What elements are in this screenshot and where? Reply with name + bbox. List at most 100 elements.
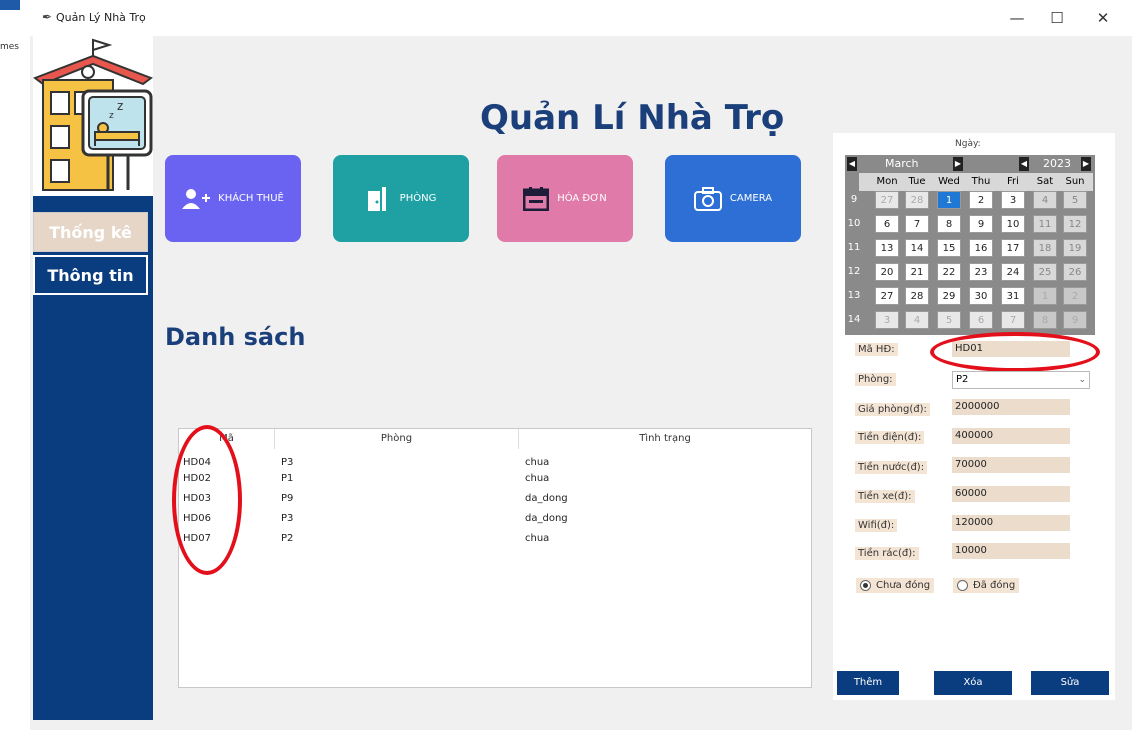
calendar-day[interactable]: 29 — [937, 287, 961, 305]
weekday-label: Tue — [908, 176, 926, 187]
radio-chua-dong[interactable]: Chưa đóng — [856, 578, 935, 593]
calendar-day[interactable]: 8 — [1033, 311, 1057, 329]
calendar-day[interactable]: 27 — [875, 287, 899, 305]
calendar-day[interactable]: 17 — [1001, 239, 1025, 257]
calendar-day[interactable]: 7 — [1001, 311, 1025, 329]
calendar-day[interactable]: 20 — [875, 263, 899, 281]
calendar-day[interactable]: 22 — [937, 263, 961, 281]
calendar-day[interactable]: 21 — [905, 263, 929, 281]
camera-button[interactable]: CAMERA — [665, 155, 801, 242]
window-title: Quản Lý Nhà Trọ — [56, 11, 146, 24]
ma-hd-label: Mã HĐ: — [855, 343, 898, 356]
weekday-label: Fri — [1007, 176, 1019, 187]
them-button[interactable]: Thêm — [837, 671, 899, 695]
calendar-day[interactable]: 13 — [875, 239, 899, 257]
hoa-don-label: HÓA ĐƠN — [557, 193, 607, 204]
calendar-day[interactable]: 5 — [1063, 191, 1087, 209]
calendar-grid: 9 27 28 1 2 3 4 5 10 6 7 8 9 10 11 12 11 13 14 15 16 17 18 19 12… — [845, 191, 1095, 335]
calendar-day[interactable]: 4 — [1033, 191, 1057, 209]
sidebar-item-thong-tin[interactable]: Thông tin — [33, 255, 148, 295]
weekday-label: Sun — [1065, 176, 1085, 187]
cell-tinh-trang: chua — [525, 533, 550, 544]
maximize-button[interactable]: ☐ — [1042, 8, 1072, 28]
phong-field-label: Phòng: — [855, 373, 896, 386]
calendar-day[interactable]: 8 — [937, 215, 961, 233]
title-bar — [0, 0, 1132, 36]
calendar-day[interactable]: 11 — [1033, 215, 1057, 233]
svg-text:z: z — [109, 111, 114, 121]
calendar-day[interactable]: 4 — [905, 311, 929, 329]
next-month-button[interactable]: ▶ — [953, 157, 963, 171]
calendar-day[interactable]: 9 — [969, 215, 993, 233]
radio-unselected-icon[interactable] — [957, 580, 968, 591]
calendar-day[interactable]: 1 — [937, 191, 961, 209]
tien-dien-label: Tiền điện(đ): — [855, 431, 925, 444]
tien-rac-label: Tiền rác(đ): — [855, 547, 919, 560]
chevron-down-icon[interactable]: ⌄ — [1078, 372, 1086, 388]
calendar-day[interactable]: 3 — [875, 311, 899, 329]
cell-tinh-trang: da_dong — [525, 513, 568, 524]
motel-logo-icon: z z — [32, 38, 154, 191]
annotation-ring-ma-column — [172, 425, 242, 575]
tien-dien-input[interactable]: 400000 — [952, 428, 1070, 444]
calendar-day[interactable]: 26 — [1063, 263, 1087, 281]
calendar-day[interactable]: 12 — [1063, 215, 1087, 233]
calendar-day[interactable]: 18 — [1033, 239, 1057, 257]
calendar-day[interactable]: 7 — [905, 215, 929, 233]
tien-xe-input[interactable]: 60000 — [952, 486, 1070, 502]
calendar-day[interactable]: 19 — [1063, 239, 1087, 257]
week-number: 11 — [847, 242, 861, 253]
camera-label: CAMERA — [729, 193, 773, 204]
phong-button[interactable]: PHÒNG — [333, 155, 469, 242]
wifi-input[interactable]: 120000 — [952, 515, 1070, 531]
tien-nuoc-input[interactable]: 70000 — [952, 457, 1070, 473]
calendar-day[interactable]: 28 — [905, 191, 929, 209]
radio-da-dong[interactable]: Đã đóng — [953, 578, 1020, 593]
calendar-day[interactable]: 14 — [905, 239, 929, 257]
calendar-day[interactable]: 31 — [1001, 287, 1025, 305]
date-calendar[interactable]: ◀ March ▶ ◀ 2023 ▶ Mon Tue Wed Thu Fri S… — [845, 155, 1095, 335]
calendar-day[interactable]: 3 — [1001, 191, 1025, 209]
calendar-day[interactable]: 6 — [875, 215, 899, 233]
cell-phong: P2 — [281, 533, 294, 544]
khach-thue-button[interactable]: KHÁCH THUÊ — [165, 155, 301, 242]
calendar-day[interactable]: 15 — [937, 239, 961, 257]
prev-year-button[interactable]: ◀ — [1019, 157, 1029, 171]
tien-rac-input[interactable]: 10000 — [952, 543, 1070, 559]
calendar-day[interactable]: 27 — [875, 191, 899, 209]
week-number: 14 — [847, 314, 861, 325]
calendar-day[interactable]: 5 — [937, 311, 961, 329]
calendar-day[interactable]: 25 — [1033, 263, 1057, 281]
calendar-day[interactable]: 30 — [969, 287, 993, 305]
minimize-button[interactable]: — — [1002, 8, 1032, 28]
gia-phong-input[interactable]: 2000000 — [952, 399, 1070, 415]
calendar-day[interactable]: 6 — [969, 311, 993, 329]
logo: z z — [32, 36, 154, 196]
tien-xe-label: Tiền xe(đ): — [855, 490, 915, 503]
week-number: 12 — [847, 266, 861, 277]
weekday-label: Mon — [876, 176, 898, 187]
sidebar-item-thong-ke[interactable]: Thống kê — [33, 212, 148, 252]
column-header-phong[interactable]: Phòng — [275, 429, 519, 449]
calendar-day[interactable]: 1 — [1033, 287, 1057, 305]
calendar-day[interactable]: 2 — [969, 191, 993, 209]
close-button[interactable]: ✕ — [1088, 8, 1118, 28]
calendar-day[interactable]: 10 — [1001, 215, 1025, 233]
column-header-tinh-trang[interactable]: Tình trạng — [519, 429, 811, 449]
background-window-tag — [0, 0, 20, 10]
date-label: Ngày: — [955, 139, 981, 149]
calendar-day[interactable]: 9 — [1063, 311, 1087, 329]
hoa-don-button[interactable]: HÓA ĐƠN — [497, 155, 633, 242]
calendar-day[interactable]: 23 — [969, 263, 993, 281]
calendar-day[interactable]: 24 — [1001, 263, 1025, 281]
prev-month-button[interactable]: ◀ — [847, 157, 857, 171]
phong-select[interactable]: P2 ⌄ — [952, 371, 1090, 389]
calendar-day[interactable]: 28 — [905, 287, 929, 305]
xoa-button[interactable]: Xóa — [934, 671, 1012, 695]
next-year-button[interactable]: ▶ — [1081, 157, 1091, 171]
calendar-day[interactable]: 2 — [1063, 287, 1087, 305]
invoice-table[interactable]: Mã Phòng Tình trạng HD04 P3 chua HD02 P1… — [178, 428, 812, 688]
calendar-day[interactable]: 16 — [969, 239, 993, 257]
radio-selected-icon[interactable] — [860, 580, 871, 591]
sua-button[interactable]: Sửa — [1031, 671, 1109, 695]
